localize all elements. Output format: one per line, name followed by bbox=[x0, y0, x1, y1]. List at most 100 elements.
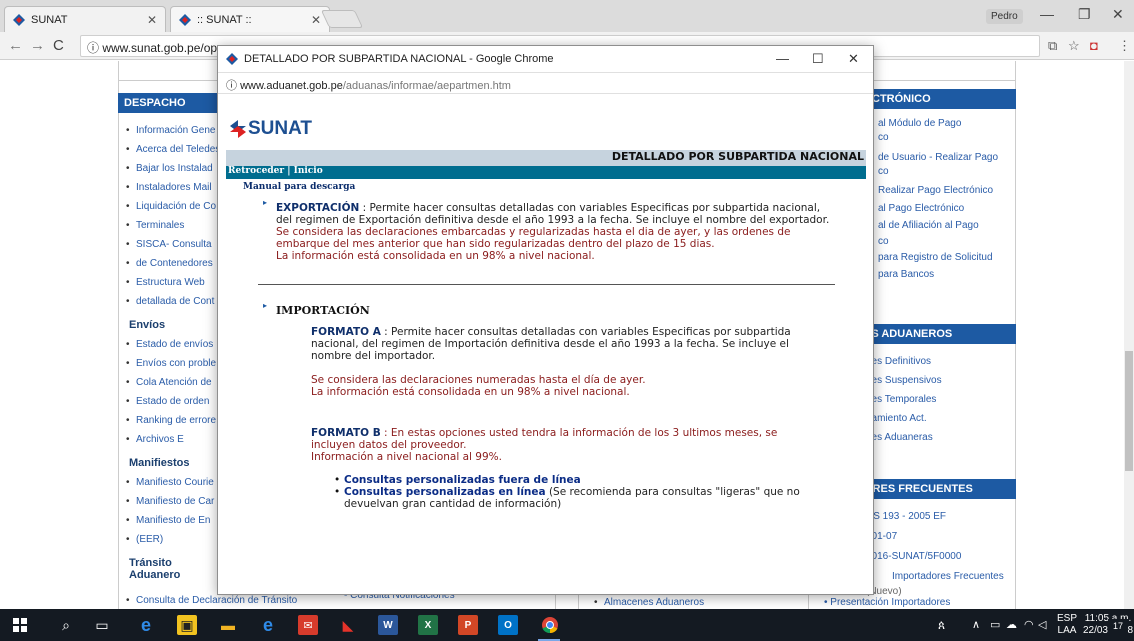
popup-maximize-button[interactable]: ☐ bbox=[812, 51, 824, 67]
list-item[interactable]: para Registro de Solicitud bbox=[878, 249, 1016, 267]
sunat-favicon-icon bbox=[13, 13, 25, 26]
list-item[interactable]: 701-07 bbox=[866, 527, 1016, 547]
ie-browser-icon[interactable]: e bbox=[136, 615, 156, 635]
list-item[interactable]: SISCA- Consulta bbox=[126, 235, 218, 254]
exportacion-link[interactable]: EXPORTACIÓN bbox=[276, 202, 359, 214]
windows-start-icon[interactable] bbox=[10, 615, 30, 635]
list-item[interactable]: Instaladores Mail bbox=[126, 178, 218, 197]
scroll-thumb[interactable] bbox=[1125, 351, 1133, 471]
popup-close-button[interactable]: ✕ bbox=[848, 51, 859, 67]
manual-link[interactable]: Manual para descarga bbox=[243, 182, 355, 192]
popup-minimize-button[interactable]: — bbox=[776, 51, 789, 66]
popup-url-host: www.aduanet.gob.pe bbox=[240, 80, 343, 92]
powerpoint-icon[interactable]: P bbox=[458, 615, 478, 635]
list-item[interactable]: Terminales bbox=[126, 216, 218, 235]
notifications-icon[interactable]: 17 bbox=[1108, 619, 1128, 633]
list-item[interactable]: al Módulo de Pago bbox=[878, 117, 1016, 131]
wifi-icon[interactable]: ◠ bbox=[1024, 619, 1034, 631]
list-item[interactable]: Importadores Frecuentes bbox=[866, 567, 1016, 587]
list-item[interactable]: nes Temporales bbox=[866, 390, 1016, 409]
tab-sunat[interactable]: SUNAT ✕ bbox=[4, 6, 166, 32]
new-tab-button[interactable] bbox=[320, 10, 364, 28]
info-icon: ⓘ bbox=[87, 41, 103, 55]
minimize-button[interactable]: — bbox=[1040, 6, 1054, 22]
page-scrollbar[interactable] bbox=[1124, 61, 1134, 609]
despacho-column: DESPACHO Información Gene Acerca del Tel… bbox=[118, 93, 218, 585]
keyboard-layout: LAA bbox=[1057, 625, 1077, 636]
inicio-link[interactable]: Inicio bbox=[294, 166, 323, 176]
file-explorer-icon[interactable]: ▬ bbox=[218, 615, 238, 635]
list-item[interactable]: co bbox=[878, 165, 1016, 179]
list-item[interactable]: de Contenedores bbox=[126, 254, 218, 273]
cloud-icon[interactable]: ☁ bbox=[1006, 619, 1017, 631]
search-icon[interactable]: ⌕ bbox=[56, 615, 76, 635]
list-item[interactable]: 2016-SUNAT/5F0000 bbox=[866, 547, 1016, 567]
list-item[interactable]: detallada de Cont bbox=[126, 292, 218, 311]
list-item[interactable]: Cola Atención de bbox=[126, 373, 218, 392]
popup-address-bar[interactable]: ⓘ www.aduanet.gob.pe/aduanas/informae/ae… bbox=[218, 72, 873, 94]
reload-icon[interactable]: C bbox=[53, 37, 64, 54]
list-item[interactable]: (EER) bbox=[126, 530, 218, 549]
outlook-icon[interactable]: O bbox=[498, 615, 518, 635]
maximize-button[interactable]: ❐ bbox=[1078, 6, 1091, 23]
list-item[interactable]: Ranking de errore bbox=[126, 411, 218, 430]
list-item[interactable]: Bajar los Instalad bbox=[126, 159, 218, 178]
chrome-icon[interactable] bbox=[540, 615, 560, 635]
volume-icon[interactable]: ◁ bbox=[1038, 619, 1046, 631]
consultas-online-link[interactable]: Consultas personalizadas en línea bbox=[344, 486, 546, 498]
list-item[interactable]: co bbox=[878, 235, 1016, 249]
task-view-icon[interactable]: ▭ bbox=[92, 615, 112, 635]
list-item[interactable]: (Nuevo) bbox=[866, 587, 1016, 597]
list-item[interactable]: Manifiesto Courie bbox=[126, 473, 218, 492]
retroceder-link[interactable]: Retroceder bbox=[228, 166, 284, 176]
bookmark-star-icon[interactable]: ☆ bbox=[1068, 38, 1080, 54]
battery-icon[interactable]: ▭ bbox=[990, 619, 1000, 631]
pdf-reader-icon[interactable]: ◣ bbox=[338, 615, 358, 635]
list-item[interactable]: DS 193 - 2005 EF bbox=[866, 507, 1016, 527]
popup-navbar: Retroceder | Inicio bbox=[226, 166, 866, 179]
back-icon[interactable]: ← bbox=[8, 37, 23, 54]
list-item[interactable]: Información Gene bbox=[126, 121, 218, 140]
list-item[interactable]: Manifiesto de En bbox=[126, 511, 218, 530]
list-item[interactable]: para Bancos bbox=[878, 267, 1016, 283]
list-item[interactable]: Estado de orden bbox=[126, 392, 218, 411]
list-item[interactable]: nes Suspensivos bbox=[866, 371, 1016, 390]
list-item[interactable]: de Usuario - Realizar Pago bbox=[878, 151, 1016, 165]
list-item[interactable]: al de Afiliación al Pago bbox=[878, 217, 1016, 235]
extension-pocket-icon[interactable]: ◘ bbox=[1090, 38, 1098, 53]
input-language[interactable]: ESP LAA bbox=[1056, 613, 1078, 637]
list-item[interactable]: Realizar Pago Electrónico bbox=[878, 181, 1016, 201]
mail-icon[interactable]: ✉ bbox=[298, 615, 318, 635]
word-icon[interactable]: W bbox=[378, 615, 398, 635]
list-item[interactable]: Liquidación de Co bbox=[126, 197, 218, 216]
forward-icon[interactable]: → bbox=[30, 37, 45, 54]
list-item[interactable]: Envíos con proble bbox=[126, 354, 218, 373]
consultas-offline-link[interactable]: Consultas personalizadas fuera de línea bbox=[344, 474, 581, 486]
list-item[interactable]: Estructura Web bbox=[126, 273, 218, 292]
profile-button[interactable]: Pedro bbox=[986, 9, 1023, 24]
popup-url-path: /aduanas/informae/aepartmen.htm bbox=[342, 80, 511, 92]
list-item[interactable]: co bbox=[878, 131, 1016, 145]
tab-close-icon[interactable]: ✕ bbox=[147, 13, 157, 27]
list-item[interactable]: nes Aduaneras bbox=[866, 428, 1016, 447]
tab-close-icon[interactable]: ✕ bbox=[311, 13, 321, 27]
translate-icon[interactable]: ⧉ bbox=[1048, 38, 1057, 54]
excel-icon[interactable]: X bbox=[418, 615, 438, 635]
edge-browser-icon[interactable]: e bbox=[258, 615, 278, 635]
menu-icon[interactable]: ⋮ bbox=[1118, 38, 1131, 54]
list-item[interactable]: Estado de envíos bbox=[126, 335, 218, 354]
people-icon[interactable]: ጰ bbox=[938, 619, 945, 631]
presentacion-link[interactable]: • Presentación Importadores bbox=[824, 597, 1000, 608]
list-item[interactable]: Archivos E bbox=[126, 430, 218, 449]
list-item[interactable]: al Pago Electrónico bbox=[878, 201, 1016, 217]
list-item[interactable]: Acerca del Teledes bbox=[126, 140, 218, 159]
tray-arrow-icon[interactable]: ∧ bbox=[972, 619, 980, 631]
list-item[interactable]: Manifiesto de Car bbox=[126, 492, 218, 511]
formato-a-link[interactable]: FORMATO A bbox=[311, 326, 381, 338]
list-item[interactable]: nes Definitivos bbox=[866, 352, 1016, 371]
close-button[interactable]: ✕ bbox=[1112, 6, 1124, 23]
aduaneros-list: nes Definitivos nes Suspensivos nes Temp… bbox=[866, 352, 1016, 447]
tab-sunat-main[interactable]: :: SUNAT :: ✕ bbox=[170, 6, 330, 32]
list-item[interactable]: namiento Act. bbox=[866, 409, 1016, 428]
store-icon[interactable]: ▣ bbox=[177, 615, 197, 635]
